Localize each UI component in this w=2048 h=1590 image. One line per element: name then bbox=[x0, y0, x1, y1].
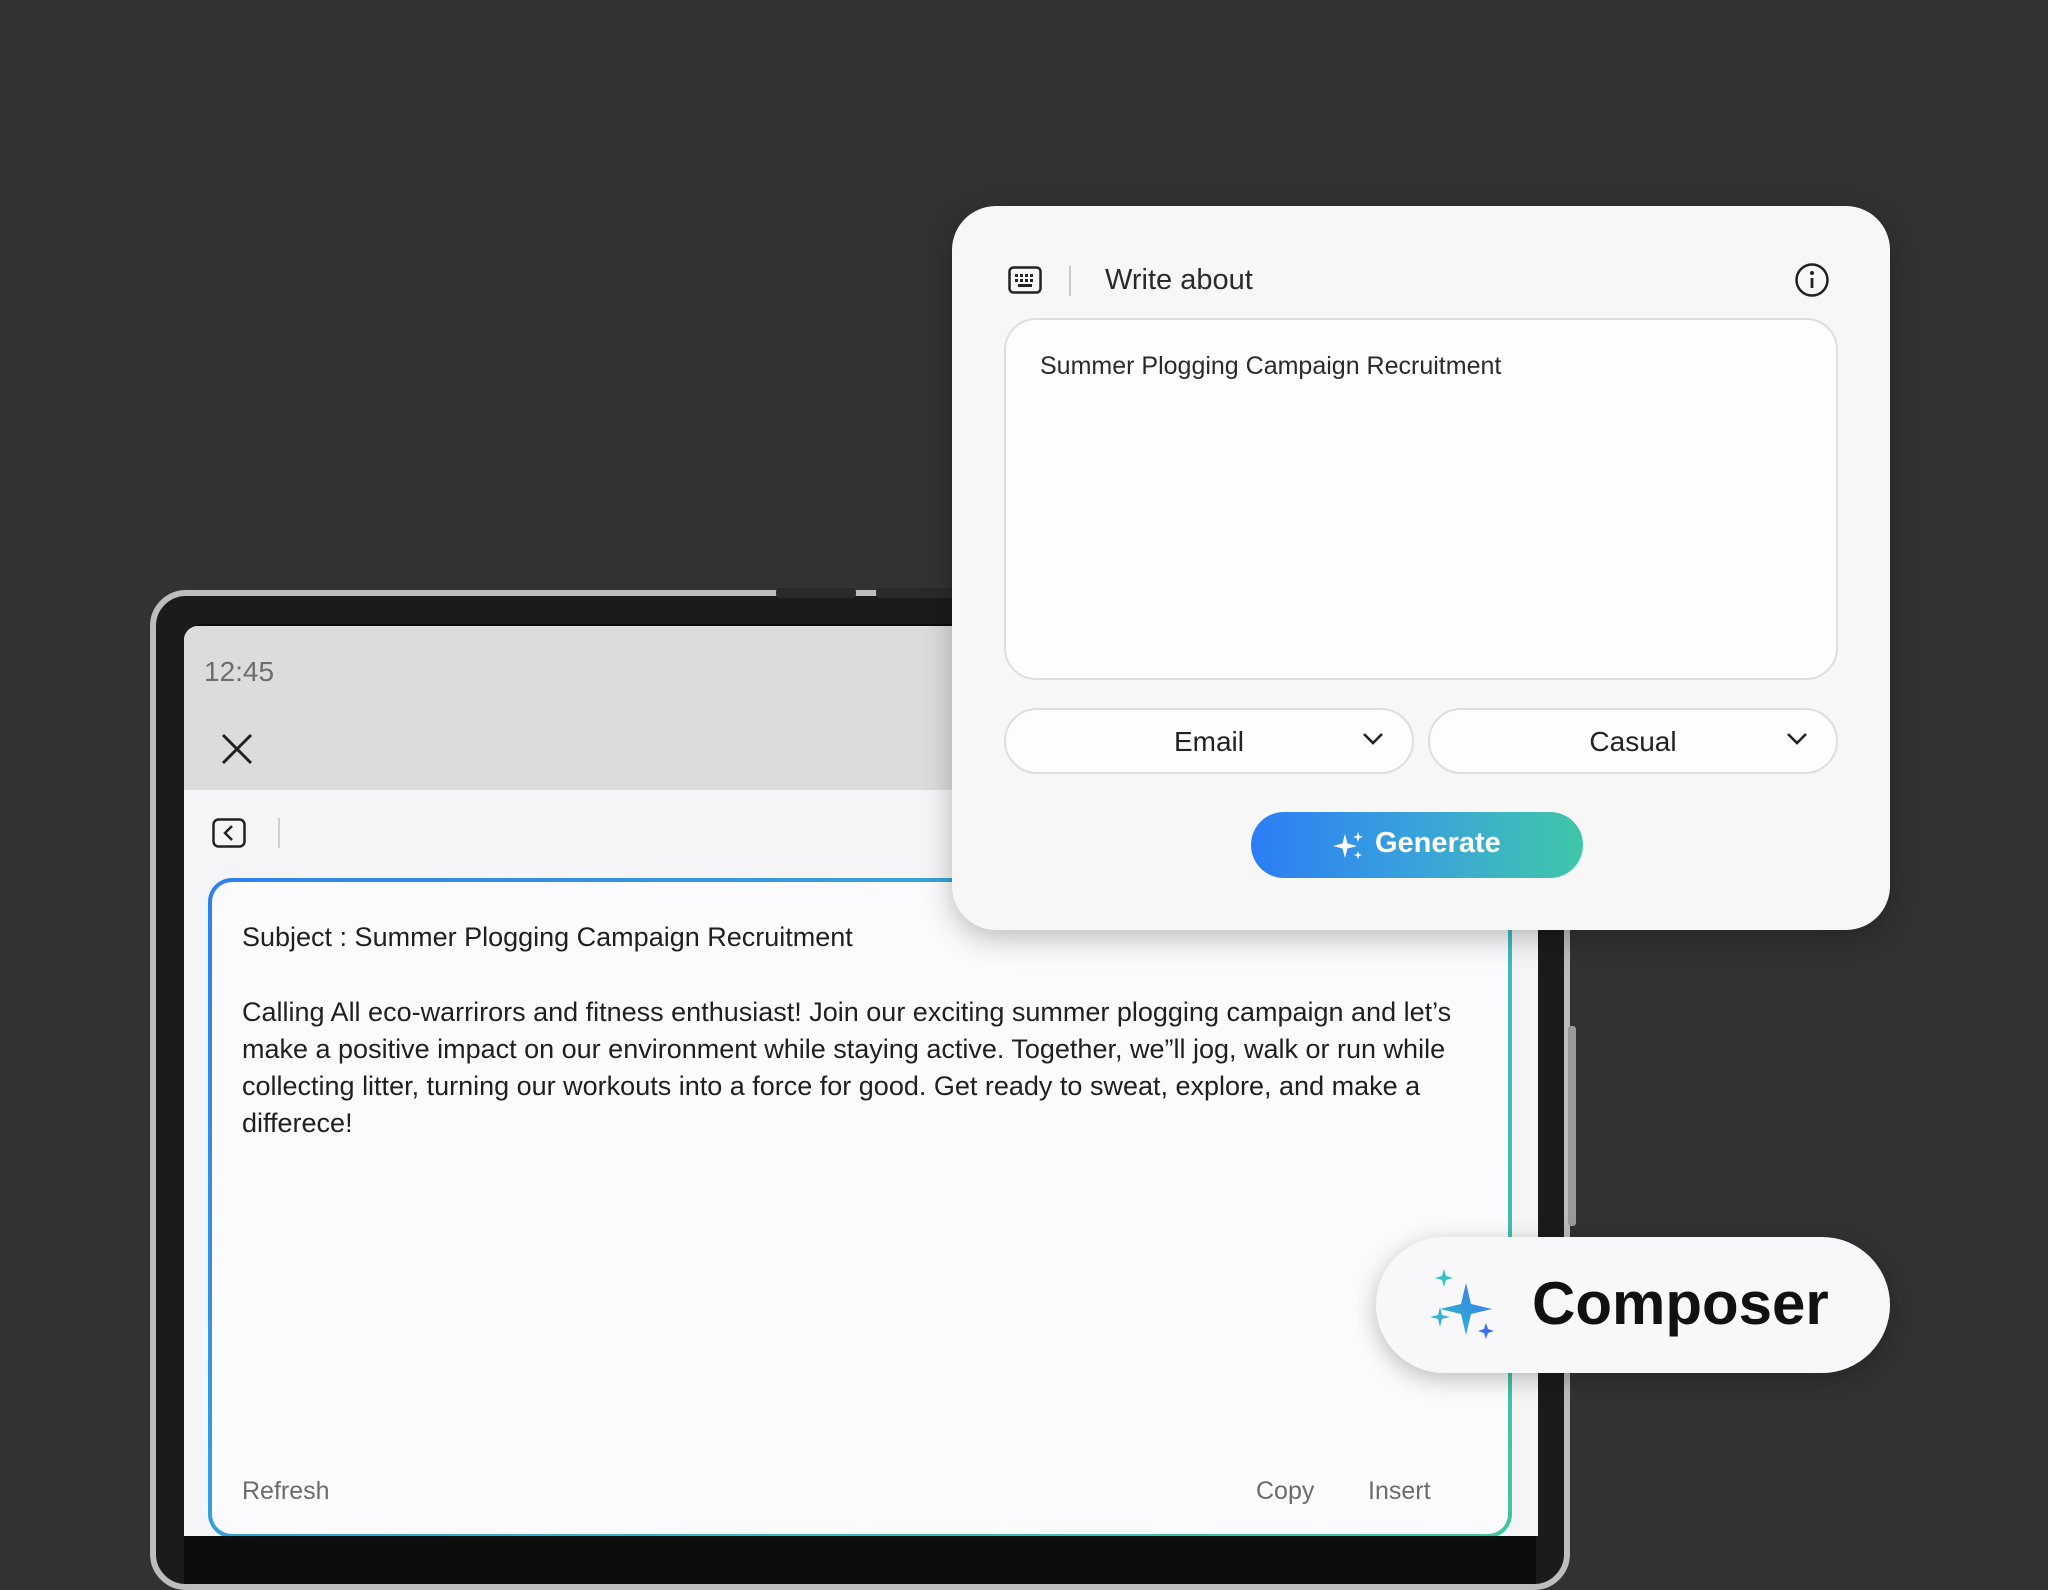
composer-panel: Write about Summer Plogging Campaign Rec… bbox=[952, 206, 1890, 930]
format-select-value: Email bbox=[1173, 726, 1244, 757]
chevron-down-icon bbox=[1363, 733, 1383, 745]
device-hinge bbox=[776, 588, 856, 598]
close-icon[interactable] bbox=[220, 732, 254, 766]
chevron-down-icon bbox=[1787, 733, 1807, 745]
generated-result-content: Subject : Summer Plogging Campaign Recru… bbox=[212, 882, 1508, 1534]
device-side-button bbox=[1568, 1026, 1576, 1226]
write-about-input[interactable]: Summer Plogging Campaign Recruitment bbox=[1004, 318, 1838, 680]
composer-badge: Composer bbox=[1376, 1237, 1890, 1373]
device-hinge bbox=[876, 588, 956, 598]
generate-button[interactable]: Generate bbox=[1251, 812, 1583, 878]
tone-select[interactable]: Casual bbox=[1428, 708, 1838, 774]
status-time: 12:45 bbox=[204, 656, 275, 687]
info-icon[interactable] bbox=[1794, 262, 1830, 298]
keyboard-icon[interactable] bbox=[1008, 266, 1042, 294]
refresh-button[interactable]: Refresh bbox=[242, 1477, 330, 1506]
sparkle-icon bbox=[1430, 1269, 1494, 1339]
write-about-input-value: Summer Plogging Campaign Recruitment bbox=[1040, 352, 1502, 380]
toolbar-divider bbox=[278, 818, 280, 848]
panel-title: Write about bbox=[1105, 264, 1253, 296]
insert-button[interactable]: Insert bbox=[1368, 1477, 1431, 1506]
result-subject: Subject : Summer Plogging Campaign Recru… bbox=[242, 922, 853, 952]
composer-badge-label: Composer bbox=[1532, 1270, 1829, 1337]
result-body: Calling All eco-warrirors and fitness en… bbox=[242, 997, 1452, 1138]
generate-button-label: Generate bbox=[1375, 827, 1501, 859]
back-icon[interactable] bbox=[212, 818, 246, 848]
header-divider bbox=[1069, 266, 1071, 296]
copy-button[interactable]: Copy bbox=[1256, 1477, 1314, 1506]
generated-result-card: Subject : Summer Plogging Campaign Recru… bbox=[208, 878, 1512, 1536]
tone-select-value: Casual bbox=[1589, 726, 1677, 757]
sparkle-icon bbox=[1333, 832, 1363, 859]
format-select[interactable]: Email bbox=[1004, 708, 1414, 774]
